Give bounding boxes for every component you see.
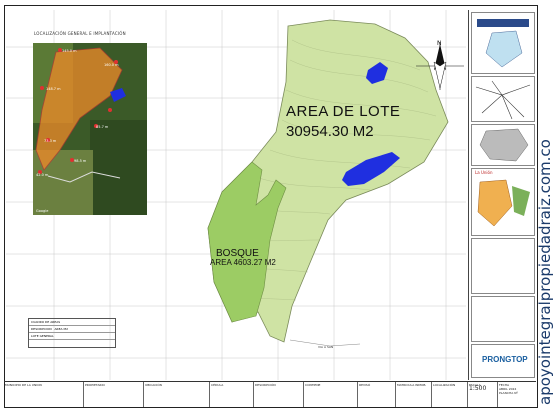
area-table-title: CUADRO DE AREAS	[29, 319, 115, 326]
legend-box	[471, 238, 535, 294]
department-shape-icon	[479, 128, 529, 162]
north-label: N	[437, 40, 442, 47]
reviewed-cell: REVISÓ	[358, 382, 396, 407]
area-table-header: DESCRIPCION AREA M2	[29, 326, 115, 333]
area-table-col1: DESCRIPCION	[31, 327, 52, 331]
roads-network-icon	[475, 80, 531, 120]
map-sidebar: La Unión PRONGTOP	[468, 10, 535, 380]
notes-box	[471, 296, 535, 342]
area-table-col2: AREA M2	[54, 327, 68, 331]
inset3-title: La Unión	[475, 170, 493, 175]
company-logo: PRONGTOP	[482, 355, 528, 364]
watermark: apoyointegralpropiedadraiz.com.co	[536, 139, 554, 405]
sheet-label: PLANCHA Nº	[499, 391, 518, 395]
inset-label: 148.7 m	[46, 87, 61, 91]
title-block: MUNICIPIO DE LA UNION PROPIETARIO UBICAC…	[4, 381, 536, 407]
inset-label: 85.7 m	[96, 125, 109, 129]
municipality-name: MUNICIPIO DE LA UNION	[5, 383, 42, 387]
scale-value: 1:500	[469, 385, 487, 392]
municipality-cell: MUNICIPIO DE LA UNION	[4, 382, 84, 407]
inset-label: 145.0 m	[62, 49, 77, 53]
inset-label: 42.0 m	[36, 173, 49, 177]
company-logo-box: PRONGTOP	[471, 344, 535, 378]
localization-cell: LOCALIZACIÓN	[432, 382, 468, 407]
inset-label: 73.3 m	[44, 139, 57, 143]
registration-cell: MATRICULA INMOB.	[396, 382, 432, 407]
road-label: VIA A SAN	[318, 345, 333, 349]
colombia-map-icon	[477, 19, 529, 68]
inset-label: 160.0 m	[104, 63, 119, 67]
date-cell: FECHA ABRIL 2024 PLANCHA Nº	[498, 382, 536, 407]
lot-area-title: AREA DE LOTE	[286, 103, 401, 120]
description-cell: DESCRIPCIÓN	[254, 382, 304, 407]
location-map-colombia	[471, 12, 535, 74]
id-cell: CÉDULA	[210, 382, 254, 407]
contains-cell: CONTIENE	[304, 382, 358, 407]
inset-label: Google	[36, 209, 48, 213]
lot-area-value: 30954.30 M2	[286, 123, 374, 140]
owner-cell: PROPIETARIO	[84, 382, 144, 407]
forest-area: AREA 4603.27 M2	[210, 258, 276, 267]
roads-map	[471, 76, 535, 122]
watermark-text: apoyointegralpropiedadraiz.com.co	[536, 139, 554, 405]
inset-title: LOCALIZACIÓN GENERAL E IMPLANTACIÓN	[34, 31, 126, 36]
inset-label: 98.5 m	[74, 159, 87, 163]
la-union-map: La Unión	[471, 168, 535, 236]
scale-cell: ESCALA 1:500	[468, 382, 498, 407]
municipality-map-icon	[477, 179, 530, 227]
area-table: CUADRO DE AREAS DESCRIPCION AREA M2 LOTE…	[28, 318, 116, 348]
location-inset-map: 145.0 m 160.0 m 148.7 m 73.3 m 85.7 m 98…	[33, 43, 147, 215]
location-cell: UBICACIÓN	[144, 382, 210, 407]
department-map	[471, 124, 535, 166]
area-table-row: LOTE GENERAL	[29, 333, 115, 340]
